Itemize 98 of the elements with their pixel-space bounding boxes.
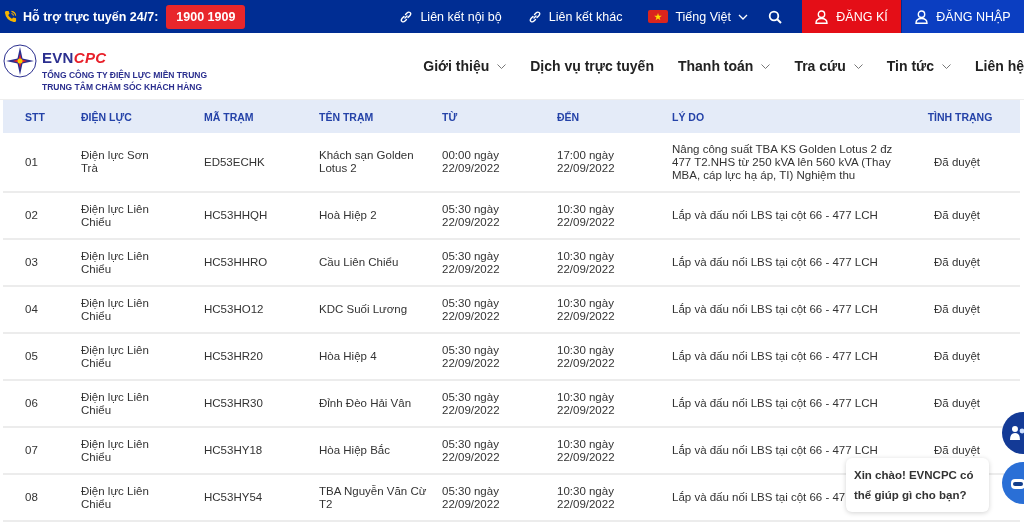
column-header: TỪ xyxy=(441,110,459,123)
table-cell: HC53HHQH xyxy=(204,209,268,222)
table-cell: Lắp và đấu nối LBS tại cột 66 - 477 LCH xyxy=(672,256,878,269)
table-cell-text: 10:30 ngày 22/09/2022 xyxy=(557,343,616,370)
logo-icon xyxy=(3,43,37,78)
nav-item[interactable]: Tin tức xyxy=(886,58,951,74)
table-cell-text: 05:30 ngày 22/09/2022 xyxy=(442,437,501,464)
table-cell: HC53HR30 xyxy=(204,397,263,410)
table-cell: 04 xyxy=(25,303,38,316)
table-cell-text: Nâng công suất TBA KS Golden Lotus 2 đz 477 T2.NHS từ 250 kVA lên 560 kVA (Thay MBA, cáp lực hạ áp, TI) Nghiệm thu xyxy=(672,142,894,182)
table-cell-text: 10:30 ngày 22/09/2022 xyxy=(557,437,616,464)
table-cell-text: 10:30 ngày 22/09/2022 xyxy=(557,484,616,511)
caret-icon xyxy=(738,13,748,20)
table-cell-text: Điện lực Liên Chiểu xyxy=(81,249,150,276)
table-cell-text: Điện lực Liên Chiểu xyxy=(81,296,150,323)
nav-item[interactable]: Tra cứu xyxy=(794,58,863,74)
phone-icon xyxy=(4,10,17,23)
language-selector[interactable]: Tiếng Việt xyxy=(648,9,748,24)
table-cell: Đã duyệt xyxy=(934,444,980,457)
table-cell: Đỉnh Đèo Hải Vân xyxy=(319,397,412,410)
nav-item[interactable]: Thanh toán xyxy=(677,58,771,74)
column-header: ĐẾN xyxy=(556,110,581,123)
table-cell-text: Điện lực Liên Chiểu xyxy=(81,202,150,229)
table-cell: Đã duyệt xyxy=(934,155,980,169)
table-cell: Lắp và đấu nối LBS tại cột 66 - 47 xyxy=(672,491,846,504)
table-cell: Hòa Hiệp 4 xyxy=(319,350,377,363)
table-cell: Lắp và đấu nối LBS tại cột 66 - 477 LCH xyxy=(672,350,878,363)
table-cell: HC53HY54 xyxy=(204,491,263,504)
table-cell: Lắp và đấu nối LBS tại cột 66 - 477 LCH xyxy=(672,397,878,410)
table-cell: Lắp và đấu nối LBS tại cột 66 - 477 LCH xyxy=(672,209,878,222)
register-button[interactable]: ĐĂNG KÍ xyxy=(802,0,901,33)
table-cell: 08 xyxy=(25,491,38,504)
flag-icon xyxy=(648,10,669,23)
table-cell-text: 05:30 ngày 22/09/2022 xyxy=(442,249,501,276)
table-cell-text: 05:30 ngày 22/09/2022 xyxy=(442,296,501,323)
brand-name: EVNCPC xyxy=(42,49,108,66)
table-cell-text: 17:00 ngày 22/09/2022 xyxy=(557,149,616,175)
table-cell: ED53ECHK xyxy=(204,155,265,169)
top-link[interactable]: Liên kết nội bộ xyxy=(399,9,502,24)
column-header: MÃ TRẠM xyxy=(203,110,255,123)
table-cell-text: 05:30 ngày 22/09/2022 xyxy=(442,484,501,511)
table-cell: 03 xyxy=(25,256,38,269)
table-cell: Đã duyệt xyxy=(934,303,980,316)
table-cell: Lắp và đấu nối LBS tại cột 66 - 477 LCH xyxy=(672,303,878,316)
user-icon xyxy=(815,9,829,24)
table-cell-text: 05:30 ngày 22/09/2022 xyxy=(442,343,501,370)
table-cell-text: 10:30 ngày 22/09/2022 xyxy=(557,249,616,276)
table-cell-text: Điện lực Liên Chiểu xyxy=(81,484,150,511)
table-cell: Cầu Liên Chiểu xyxy=(319,256,399,269)
table-cell: Đã duyệt xyxy=(934,350,980,363)
table-cell-text: Khách sạn Golden Lotus 2 xyxy=(319,149,415,175)
support-label: Hỗ trợ trực tuyến 24/7: xyxy=(23,9,159,24)
table-cell-text: 10:30 ngày 22/09/2022 xyxy=(557,202,616,229)
table-cell: Hòa Hiệp Bắc xyxy=(319,444,390,457)
table-cell: Đã duyệt xyxy=(934,256,980,269)
nav-item[interactable]: Dịch vụ trực tuyến xyxy=(530,58,654,74)
search-icon xyxy=(768,9,782,24)
hotline-number[interactable]: 1900 1909 xyxy=(166,4,246,29)
table-cell-text: 05:30 ngày 22/09/2022 xyxy=(442,390,501,417)
logo-subtitle: TRUNG TÂM CHĂM SÓC KHÁCH HÀNG xyxy=(42,80,204,93)
column-header: ĐIỆN LỰC xyxy=(80,110,133,123)
table-cell: 06 xyxy=(25,397,38,410)
link-icon xyxy=(527,9,542,24)
table-cell-text: Điện lực Liên Chiểu xyxy=(81,390,150,417)
column-header: TÊN TRẠM xyxy=(318,110,375,123)
user-icon xyxy=(915,9,929,24)
table-cell: HC53HY18 xyxy=(204,444,263,457)
table-cell: 01 xyxy=(25,155,38,169)
nav-item[interactable]: Liên hệ xyxy=(975,58,1024,74)
table-cell-text: 10:30 ngày 22/09/2022 xyxy=(557,296,616,323)
table-cell: HC53HHRO xyxy=(204,256,268,269)
table-cell-text: 05:30 ngày 22/09/2022 xyxy=(442,202,501,229)
table-cell: 02 xyxy=(25,209,38,222)
table-cell: KDC Suối Lương xyxy=(319,303,408,316)
table-cell-text: 00:00 ngày 22/09/2022 xyxy=(442,149,501,175)
top-link[interactable]: Liên kết khác xyxy=(527,9,623,24)
table-cell: Lắp và đấu nối LBS tại cột 66 - 477 LCH xyxy=(672,444,878,457)
table-cell: HC53HR20 xyxy=(204,350,263,363)
table-cell-text: Điện lực Liên Chiểu xyxy=(81,343,150,370)
table-cell-text: Điện lực Liên Chiểu xyxy=(81,437,150,464)
column-header: LÝ DO xyxy=(671,110,706,123)
table-cell: 05 xyxy=(25,350,38,363)
table-cell-text: TBA Nguyễn Văn Cừ T2 xyxy=(319,484,428,511)
link-icon xyxy=(399,9,414,24)
login-button[interactable]: ĐĂNG NHẬP xyxy=(902,0,1024,33)
table-cell: HC53HO12 xyxy=(204,303,264,316)
table-cell-text: 10:30 ngày 22/09/2022 xyxy=(557,390,616,417)
table-cell: Đã duyệt xyxy=(934,209,980,222)
table-cell: Đã duyệt xyxy=(934,397,980,410)
people-icon xyxy=(1008,423,1024,443)
column-header: TÌNH TRẠNG xyxy=(926,110,994,123)
column-header: STT xyxy=(24,110,46,123)
chat-bubble: Xin chào! EVNCPC có thể giúp gì cho bạn? xyxy=(846,458,989,512)
nav-item[interactable]: Giới thiệu xyxy=(423,58,507,74)
table-cell: Hoà Hiệp 2 xyxy=(319,209,377,222)
logo-subtitle: TỔNG CÔNG TY ĐIỆN LỰC MIỀN TRUNG xyxy=(42,68,208,81)
table-cell-text: Điện lực Sơn Trà xyxy=(81,149,150,175)
table-cell: 07 xyxy=(25,444,38,457)
